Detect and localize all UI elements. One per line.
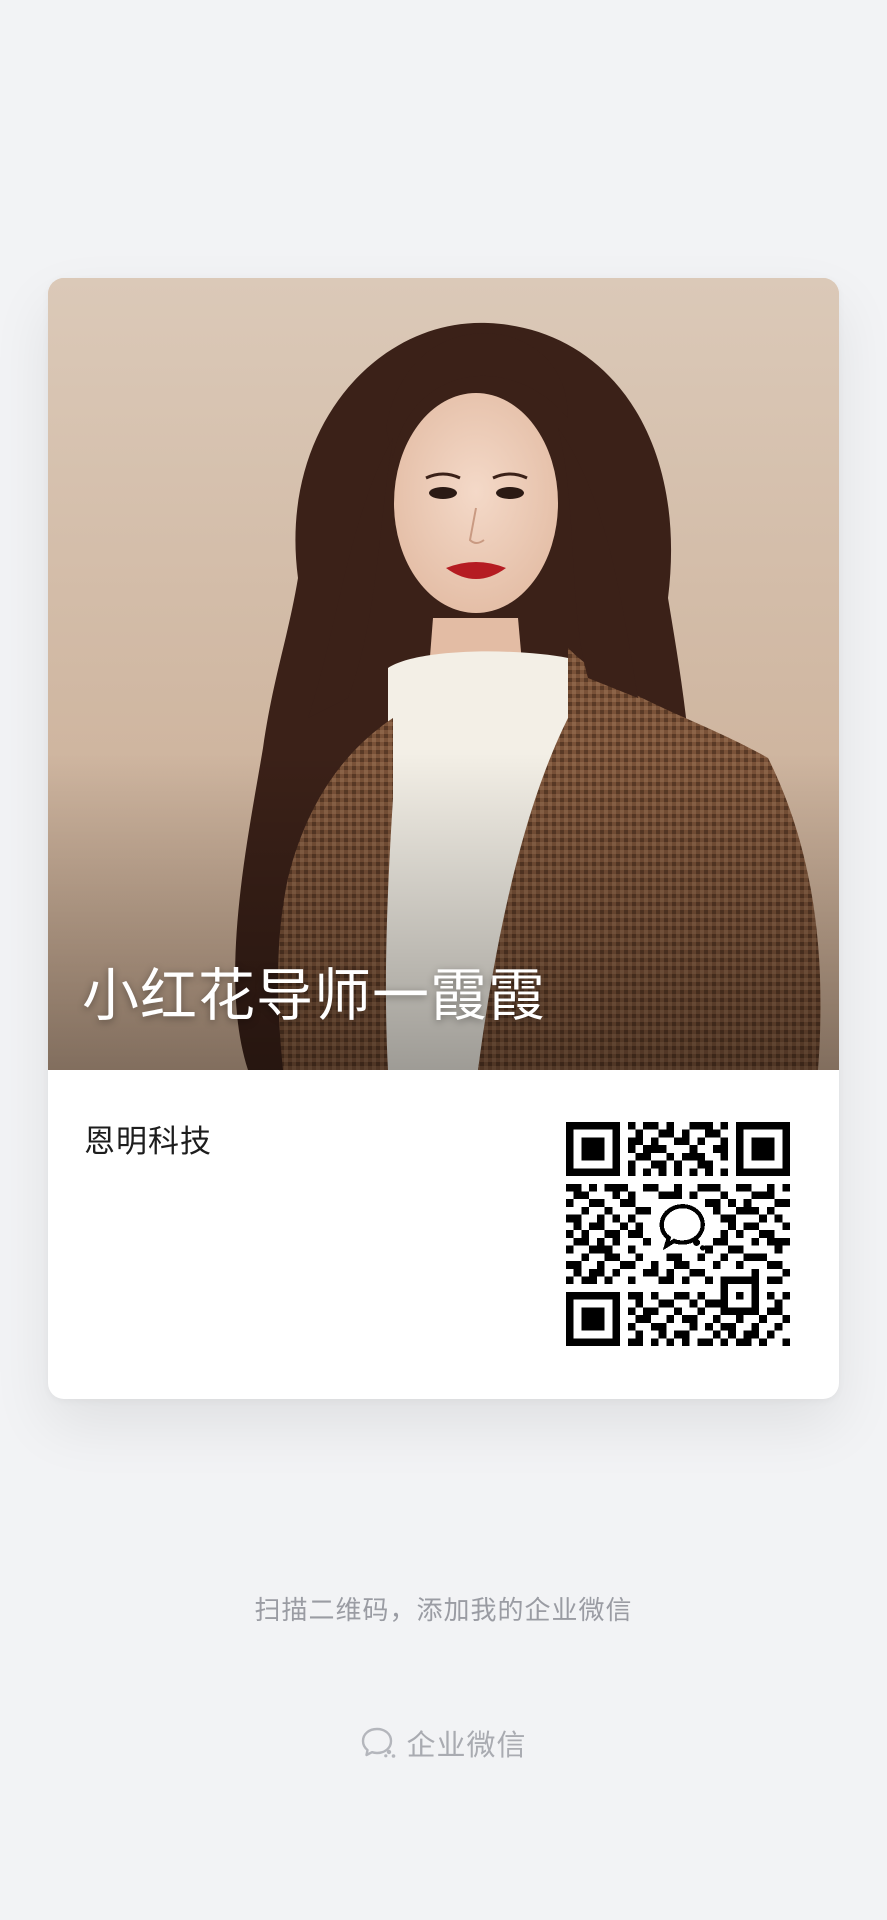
qr-code-icon <box>566 1122 790 1346</box>
wecom-brand-label: 企业微信 <box>406 1728 527 1762</box>
business-card: 小红花导师一霞霞 恩明科技 <box>48 278 839 1399</box>
wecom-icon <box>362 1727 396 1758</box>
company-name: 恩明科技 <box>84 1124 212 1160</box>
contact-name: 小红花导师一霞霞 <box>82 963 546 1029</box>
profile-photo: 小红花导师一霞霞 <box>48 278 839 1070</box>
scan-hint: 扫描二维码，添加我的企业微信 <box>254 1596 633 1626</box>
wecom-brand: 企业微信 <box>0 1722 887 1764</box>
